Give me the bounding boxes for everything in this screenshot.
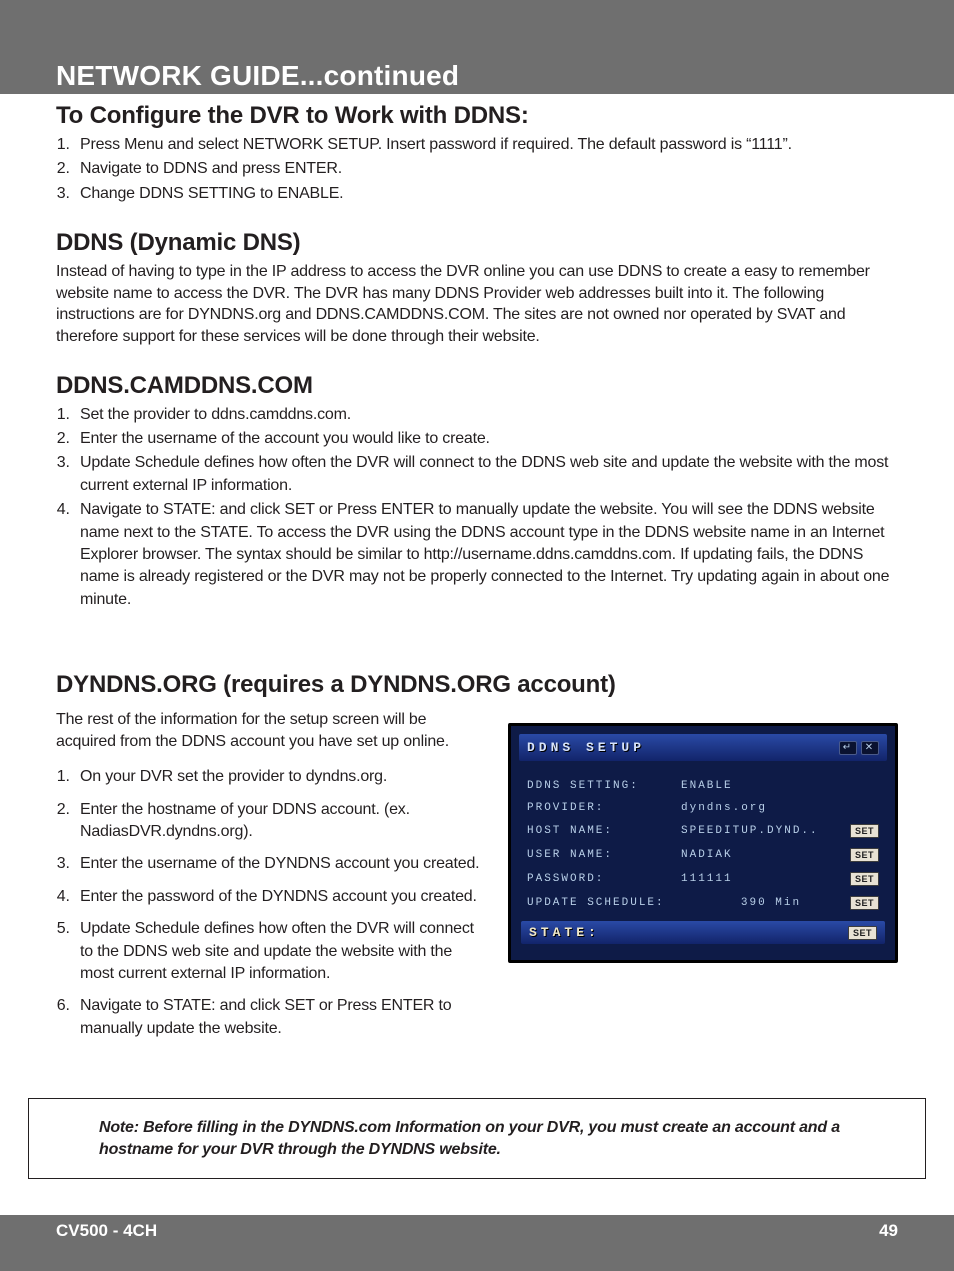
set-button[interactable]: SET: [850, 896, 879, 910]
footer-model: CV500 - 4CH: [56, 1221, 157, 1241]
content-area: To Configure the DVR to Work with DDNS: …: [0, 94, 954, 1215]
list-item: Update Schedule defines how often the DV…: [74, 452, 898, 497]
enter-icon[interactable]: ↵: [839, 741, 857, 755]
dvr-row-password: PASSWORD: 111111 SET: [519, 867, 887, 891]
dvr-title: DDNS SETUP: [527, 740, 645, 755]
heading-dyndns: DYNDNS.ORG (requires a DYNDNS.ORG accoun…: [56, 671, 898, 699]
dvr-row-user: USER NAME: NADIAK SET: [519, 843, 887, 867]
list-item: Enter the username of the DYNDNS account…: [74, 853, 488, 875]
configure-steps-list: Press Menu and select NETWORK SETUP. Ins…: [56, 134, 898, 205]
set-button[interactable]: SET: [850, 848, 879, 862]
dvr-state-row: STATE: SET: [521, 921, 885, 944]
dvr-state-label: STATE:: [529, 925, 600, 940]
dvr-label: DDNS SETTING:: [527, 780, 677, 792]
list-item: Enter the password of the DYNDNS account…: [74, 886, 488, 908]
set-button[interactable]: SET: [848, 926, 877, 940]
list-item: Update Schedule defines how often the DV…: [74, 918, 488, 985]
list-item: Navigate to STATE: and click SET or Pres…: [74, 995, 488, 1040]
dvr-row-provider: PROVIDER: dyndns.org: [519, 797, 887, 819]
dvr-label: PASSWORD:: [527, 873, 677, 885]
list-item: Enter the username of the account you wo…: [74, 428, 898, 450]
heading-camddns: DDNS.CAMDDNS.COM: [56, 372, 898, 400]
dvr-value: SPEEDITUP.DYND..: [681, 825, 846, 837]
set-button[interactable]: SET: [850, 872, 879, 886]
note-text: Note: Before filling in the DYNDNS.com I…: [99, 1117, 885, 1160]
dvr-row-setting: DDNS SETTING: ENABLE: [519, 775, 887, 797]
section-title: NETWORK GUIDE...continued: [0, 60, 954, 94]
dvr-label: UPDATE SCHEDULE:: [527, 897, 692, 909]
camddns-steps-list: Set the provider to ddns.camddns.com. En…: [56, 404, 898, 612]
list-item: Enter the hostname of your DDNS account.…: [74, 799, 488, 844]
note-box: Note: Before filling in the DYNDNS.com I…: [28, 1098, 926, 1179]
set-button[interactable]: SET: [850, 824, 879, 838]
list-item: Navigate to STATE: and click SET or Pres…: [74, 499, 898, 611]
dvr-screenshot: DDNS SETUP ↵ ✕ DDNS SETTING: ENABLE PROV…: [508, 705, 898, 963]
dvr-label: HOST NAME:: [527, 825, 677, 837]
dvr-value: 111111: [681, 873, 846, 885]
dyndns-paragraph: The rest of the information for the setu…: [56, 709, 488, 752]
list-item: On your DVR set the provider to dyndns.o…: [74, 766, 488, 788]
dvr-value: 390 Min: [696, 897, 846, 909]
dvr-value: ENABLE: [681, 780, 879, 792]
list-item: Change DDNS SETTING to ENABLE.: [74, 183, 898, 205]
page-footer: CV500 - 4CH 49: [0, 1215, 954, 1271]
list-item: Set the provider to ddns.camddns.com.: [74, 404, 898, 426]
dvr-value: NADIAK: [681, 849, 846, 861]
heading-configure: To Configure the DVR to Work with DDNS:: [56, 102, 898, 130]
dyndns-steps-list: On your DVR set the provider to dyndns.o…: [56, 766, 488, 1040]
dvr-value: dyndns.org: [681, 802, 879, 814]
document-page: NETWORK GUIDE...continued To Configure t…: [0, 0, 954, 1271]
list-item: Press Menu and select NETWORK SETUP. Ins…: [74, 134, 898, 156]
dvr-titlebar: DDNS SETUP ↵ ✕: [519, 734, 887, 761]
close-icon[interactable]: ✕: [861, 741, 879, 755]
footer-page-number: 49: [879, 1221, 898, 1241]
dyndns-left-column: The rest of the information for the setu…: [56, 705, 488, 1050]
dvr-row-host: HOST NAME: SPEEDITUP.DYND.. SET: [519, 819, 887, 843]
dvr-label: PROVIDER:: [527, 802, 677, 814]
dvr-row-update: UPDATE SCHEDULE: 390 Min SET: [519, 891, 887, 915]
ddns-paragraph: Instead of having to type in the IP addr…: [56, 261, 898, 347]
dvr-label: USER NAME:: [527, 849, 677, 861]
list-item: Navigate to DDNS and press ENTER.: [74, 158, 898, 180]
heading-ddns: DDNS (Dynamic DNS): [56, 229, 898, 257]
